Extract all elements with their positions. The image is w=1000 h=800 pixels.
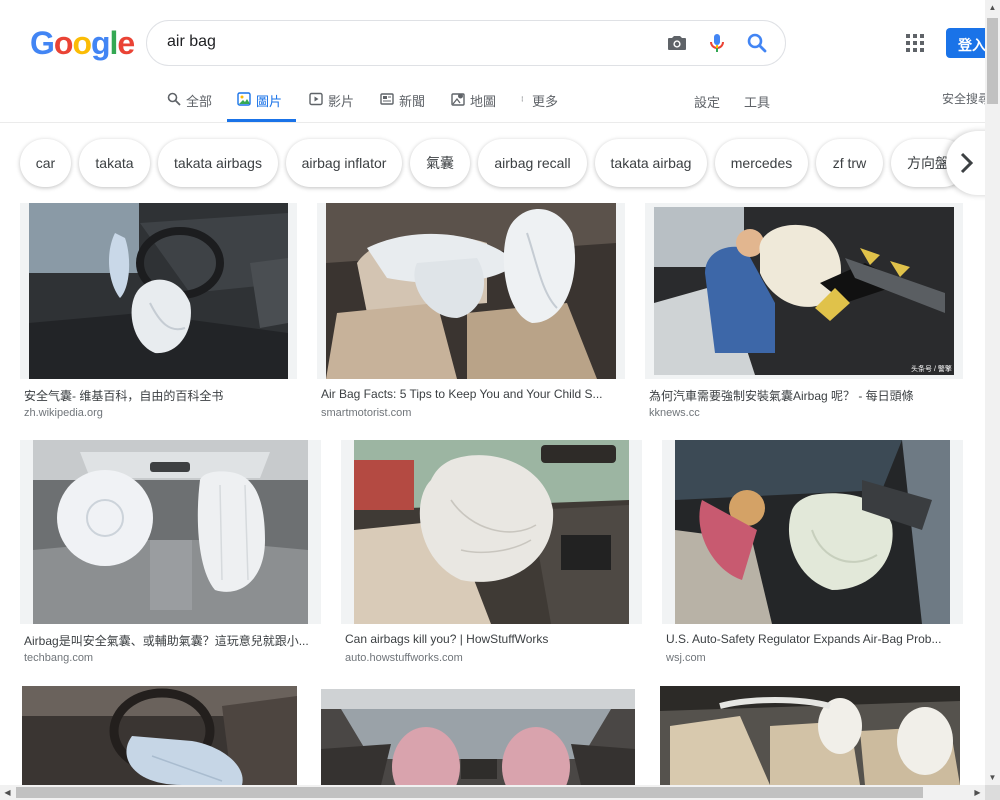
result-title[interactable]: U.S. Auto-Safety Regulator Expands Air-B… [666, 632, 960, 646]
search-icon [167, 92, 181, 106]
chip-related-search[interactable]: airbag inflator [286, 139, 402, 187]
result-source: smartmotorist.com [321, 407, 412, 419]
chip-related-search[interactable]: zf trw [816, 139, 883, 187]
search-tabs: 全部 圖片 影片 新聞 地圖 更多 設定 工具 安全搜尋 [0, 80, 990, 122]
result-thumbnail[interactable] [660, 686, 960, 785]
more-vert-icon [521, 96, 523, 102]
safesearch-link[interactable]: 安全搜尋 [942, 90, 990, 107]
logo-letter: o [53, 25, 74, 61]
result-title[interactable]: 安全气囊- 维基百科，自由的百科全书 [24, 387, 294, 404]
logo-letter: o [72, 25, 92, 61]
camera-icon[interactable] [665, 31, 691, 57]
logo-letter: G [30, 25, 55, 61]
chip-related-search[interactable]: mercedes [715, 139, 808, 187]
result-thumbnail[interactable] [341, 440, 642, 624]
result-source: auto.howstuffworks.com [345, 652, 463, 664]
result-thumbnail[interactable] [22, 686, 297, 785]
scroll-left-arrow-icon[interactable]: ◀ [0, 785, 15, 800]
result-thumbnail[interactable] [20, 203, 297, 379]
settings-link[interactable]: 設定 [694, 92, 720, 111]
result-thumbnail[interactable] [321, 689, 635, 785]
scroll-up-arrow-icon[interactable]: ▲ [985, 0, 1000, 15]
scroll-down-arrow-icon[interactable]: ▼ [985, 770, 1000, 785]
search-icon[interactable] [745, 31, 771, 57]
related-searches-chips: car takata takata airbags airbag inflato… [0, 123, 985, 201]
result-title[interactable]: Airbag是叫安全氣囊、或輔助氣囊？這玩意兒就跟小... [24, 632, 318, 649]
result-source: zh.wikipedia.org [24, 407, 103, 419]
chip-related-search[interactable]: takata airbags [158, 139, 278, 187]
result-title[interactable]: Can airbags kill you? | HowStuffWorks [345, 632, 639, 646]
search-input[interactable] [167, 33, 647, 51]
tab-label: 圖片 [256, 94, 283, 109]
tab-more[interactable]: 更多 [521, 91, 558, 122]
result-title[interactable]: 為何汽車需要強制安裝氣囊Airbag 呢？ - 每日頭條 [649, 387, 949, 404]
chip-related-search[interactable]: takata [79, 139, 150, 187]
microphone-icon[interactable] [705, 31, 731, 57]
chip-related-search[interactable]: airbag recall [478, 139, 587, 187]
tab-news[interactable]: 新聞 [380, 91, 425, 122]
tab-all[interactable]: 全部 [167, 91, 212, 122]
result-thumbnail[interactable] [662, 440, 963, 624]
horizontal-scroll-thumb[interactable] [16, 787, 923, 798]
tools-link[interactable]: 工具 [744, 92, 770, 111]
chips-next-button[interactable] [946, 131, 985, 195]
scroll-right-arrow-icon[interactable]: ▶ [970, 785, 985, 800]
vertical-scrollbar[interactable] [985, 0, 1000, 785]
image-watermark: 头条号 / 警擎 [911, 364, 952, 373]
chevron-right-icon [960, 152, 974, 174]
tab-label: 新聞 [399, 94, 426, 109]
vertical-scroll-thumb[interactable] [987, 18, 998, 104]
news-icon [380, 93, 394, 105]
tab-videos[interactable]: 影片 [309, 91, 354, 122]
tab-label: 更多 [532, 94, 559, 109]
google-logo[interactable]: Google [30, 25, 135, 61]
tab-label: 地圖 [470, 94, 497, 109]
tab-maps[interactable]: 地圖 [451, 91, 496, 122]
apps-grid-icon[interactable] [905, 33, 925, 53]
result-source: techbang.com [24, 652, 94, 664]
result-thumbnail[interactable]: 头条号 / 警擎 [645, 203, 963, 379]
video-icon [309, 92, 323, 106]
tab-label: 影片 [328, 94, 355, 109]
result-thumbnail[interactable] [317, 203, 625, 379]
chip-related-search[interactable]: 氣囊 [410, 139, 470, 187]
logo-letter: g [90, 25, 111, 61]
tab-images[interactable]: 圖片 [227, 91, 296, 122]
result-source: wsj.com [666, 652, 706, 664]
result-source: kknews.cc [649, 407, 700, 419]
map-icon [451, 93, 465, 106]
google-images-page: Google 登入 全部 圖片 [0, 0, 1000, 800]
tab-label: 全部 [186, 94, 213, 109]
result-title[interactable]: Air Bag Facts: 5 Tips to Keep You and Yo… [321, 387, 617, 401]
search-box [146, 20, 786, 66]
chip-related-search[interactable]: car [20, 139, 71, 187]
scrollbar-corner [985, 785, 1000, 800]
chip-related-search[interactable]: takata airbag [595, 139, 707, 187]
image-icon [237, 92, 251, 106]
logo-letter: e [117, 25, 135, 61]
result-thumbnail[interactable] [20, 440, 321, 624]
